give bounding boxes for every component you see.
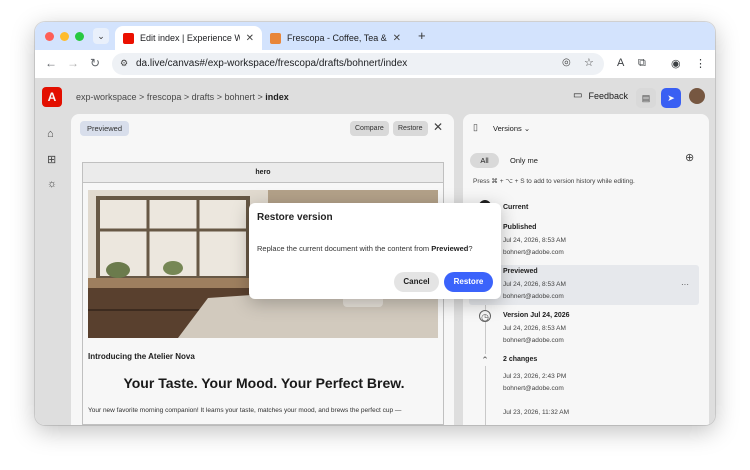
bookmark-star-icon[interactable]: ☆	[584, 56, 594, 69]
url-text[interactable]: da.live/canvas#/exp-workspace/frescopa/d…	[136, 58, 407, 69]
extension-a-icon[interactable]: A	[617, 57, 624, 69]
new-tab-button[interactable]: +	[418, 28, 426, 43]
close-window-button[interactable]	[45, 32, 54, 41]
tab-title: Edit index | Experience Workspace	[140, 33, 240, 43]
frescopa-favicon-icon	[270, 32, 281, 44]
dialog-title: Restore version	[257, 212, 333, 223]
menu-kebab-icon[interactable]: ⋮	[695, 57, 706, 70]
reload-icon[interactable]: ↻	[90, 56, 100, 70]
dialog-message-suffix: ?	[468, 244, 473, 253]
dialog-message-text: Replace the current document with the co…	[257, 244, 432, 253]
dialog-message-target: Previewed	[431, 244, 469, 253]
dialog-message: Replace the current document with the co…	[257, 244, 473, 253]
extensions-puzzle-icon[interactable]: ⧉	[638, 57, 646, 70]
browser-toolbar: ← → ↻ ⚙ da.live/canvas#/exp-workspace/fr…	[35, 50, 715, 78]
restore-version-dialog: Restore version Replace the current docu…	[249, 203, 501, 299]
address-bar[interactable]: ⚙ da.live/canvas#/exp-workspace/frescopa…	[112, 53, 604, 75]
maximize-window-button[interactable]	[75, 32, 84, 41]
forward-icon[interactable]: →	[67, 56, 79, 70]
restore-button[interactable]: Restore	[444, 272, 493, 292]
back-icon[interactable]: ←	[45, 56, 57, 70]
minimize-window-button[interactable]	[60, 32, 69, 41]
close-tab-icon[interactable]: ✕	[393, 33, 401, 44]
profile-icon[interactable]: ◉	[671, 57, 681, 70]
close-tab-icon[interactable]: ✕	[246, 33, 254, 44]
tab-title: Frescopa - Coffee, Tea & Accessories	[287, 33, 387, 43]
tab-search-chevron-icon[interactable]: ⌄	[93, 28, 109, 44]
browser-window: ⌄ Edit index | Experience Workspace ✕ Fr…	[35, 22, 715, 425]
tab-edit-index[interactable]: Edit index | Experience Workspace ✕	[115, 26, 262, 50]
tab-strip: ⌄ Edit index | Experience Workspace ✕ Fr…	[35, 22, 715, 50]
site-settings-icon[interactable]: ⚙	[120, 58, 128, 69]
adobe-favicon-icon	[123, 32, 134, 44]
tab-frescopa[interactable]: Frescopa - Coffee, Tea & Accessories ✕	[262, 26, 409, 50]
eye-off-icon[interactable]: ◎	[562, 57, 571, 68]
cancel-button[interactable]: Cancel	[394, 272, 439, 292]
